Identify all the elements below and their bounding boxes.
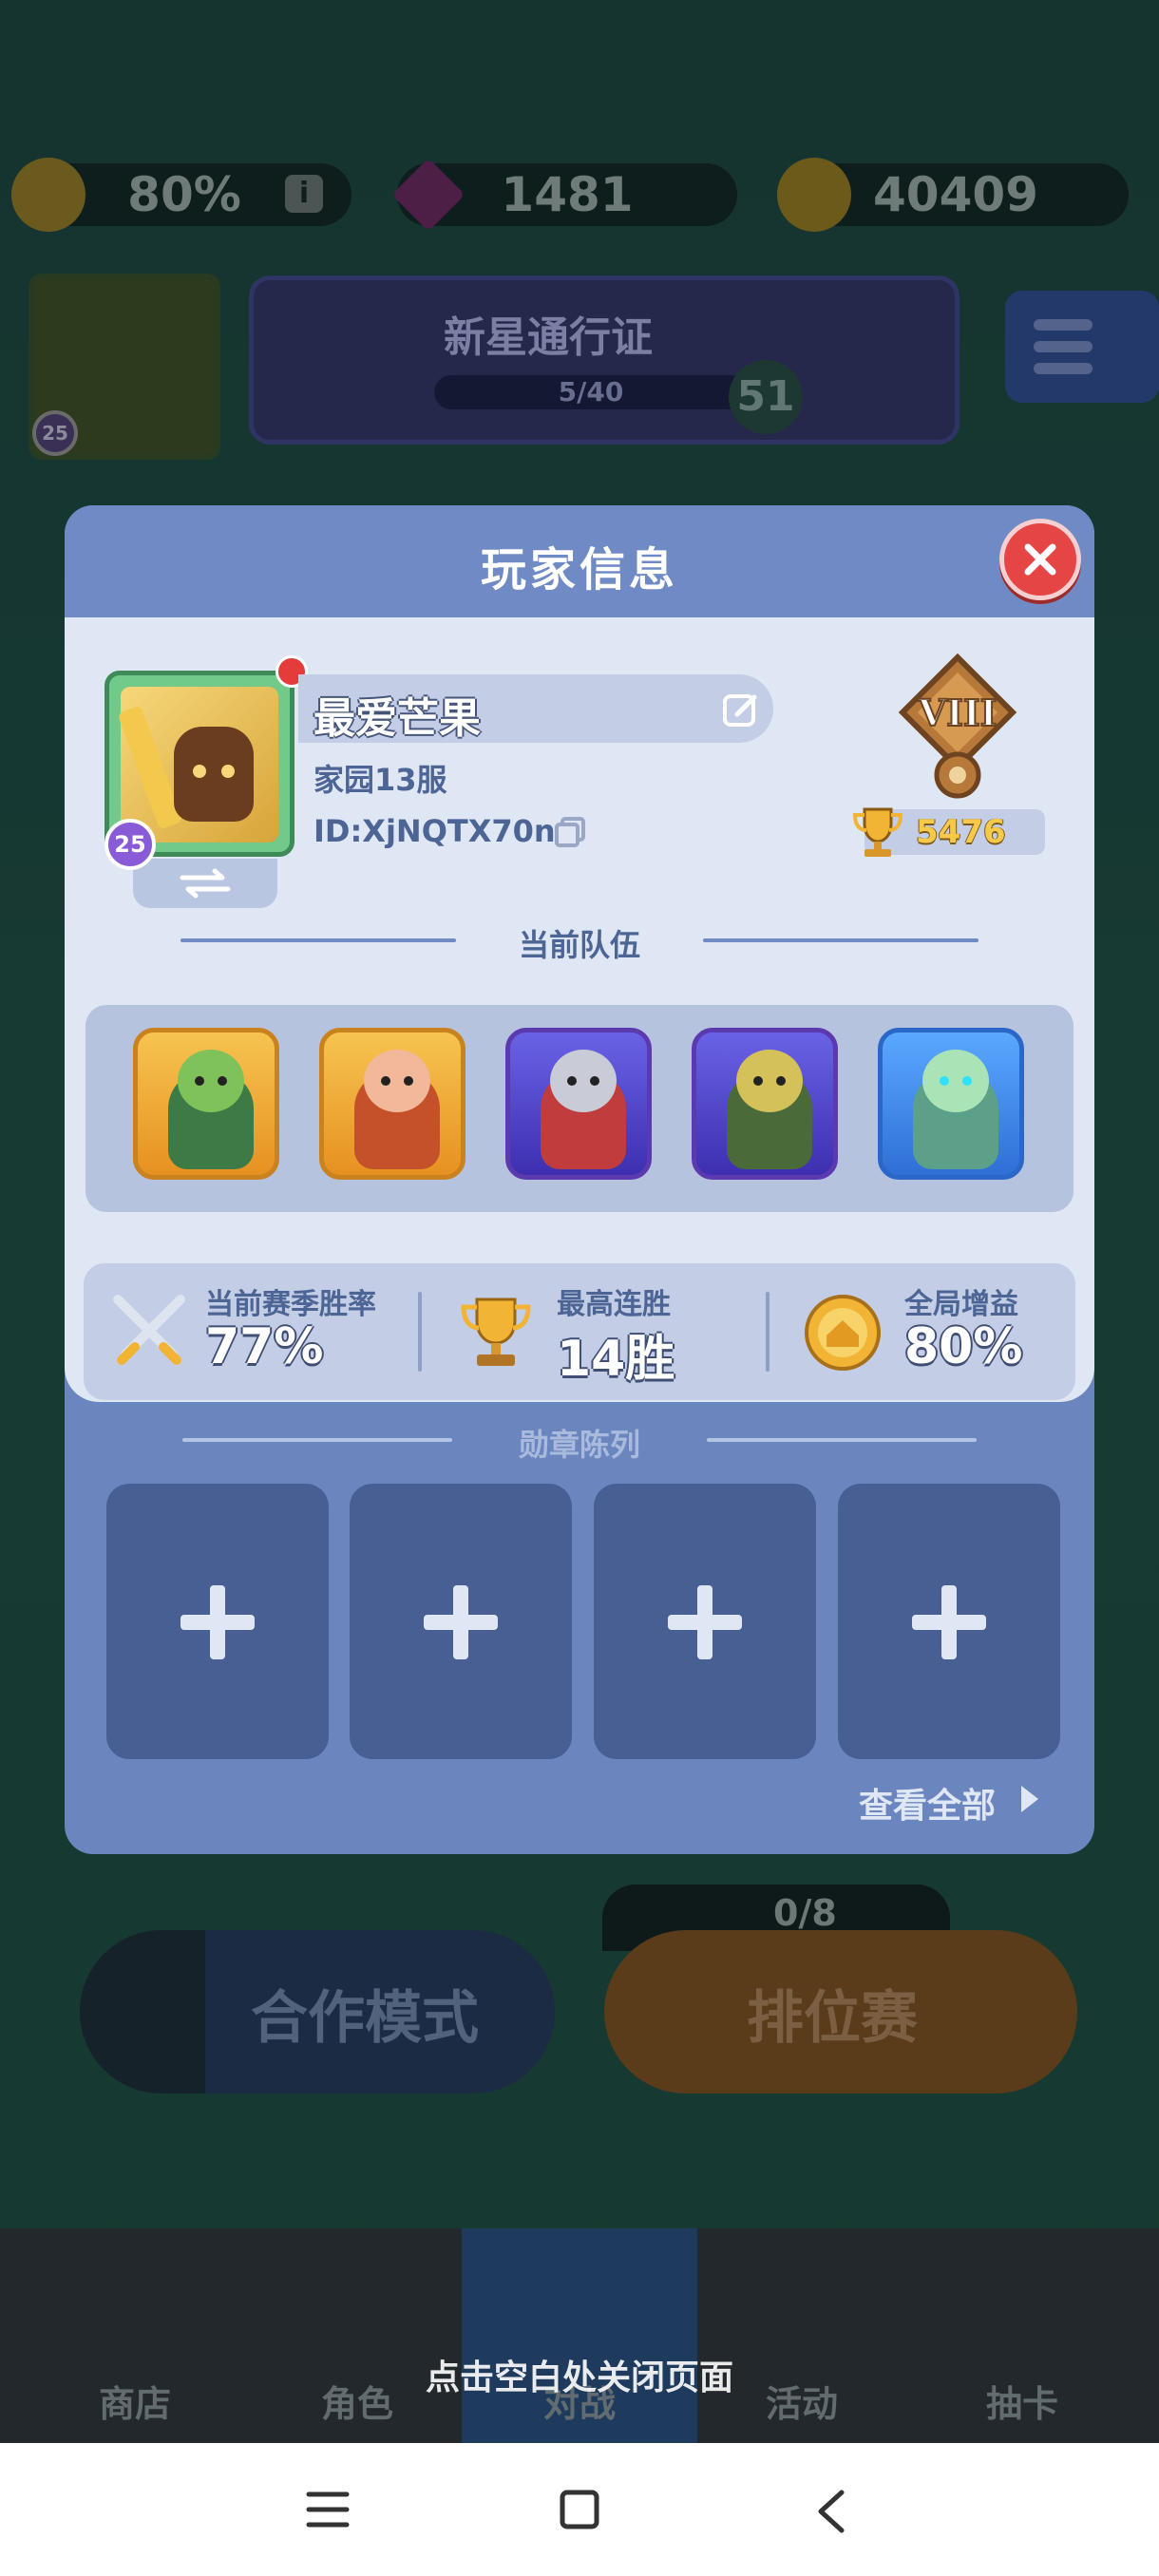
modal-header: 玩家信息 [65, 505, 1094, 617]
ranked-mode-label: 排位赛 [747, 1985, 918, 2052]
ranked-mode-button[interactable]: 排位赛 [604, 1930, 1077, 2093]
team-hero-3[interactable] [505, 1028, 652, 1180]
crossed-swords-icon [113, 1295, 185, 1365]
avatar-background [117, 687, 278, 843]
coop-mode-button[interactable]: 合作模式 [80, 1930, 555, 2093]
coins-bar[interactable]: 40409 [777, 158, 1129, 232]
stat-label: 最高连胜 [557, 1288, 671, 1321]
home-icon[interactable] [559, 2489, 600, 2530]
stat-divider [766, 1292, 770, 1372]
close-icon [1024, 543, 1056, 576]
edit-icon[interactable] [722, 691, 760, 729]
team-hero-2[interactable] [319, 1028, 466, 1180]
bottom-nav: 商店 角色 对战 活动 抽卡 [0, 2228, 1159, 2443]
pass-progress-bar: 5/40 [434, 375, 748, 409]
pass-progress-text: 5/40 [558, 376, 624, 407]
stat-divider [418, 1292, 422, 1372]
team-list [86, 1005, 1074, 1212]
plus-icon [210, 1585, 225, 1659]
team-hero-5[interactable] [878, 1028, 1024, 1180]
server-name: 家园13服 [314, 762, 447, 798]
info-icon[interactable]: i [285, 175, 323, 213]
team-section-label: 当前队伍 [518, 927, 640, 963]
divider-right [707, 1438, 977, 1442]
copy-icon[interactable] [553, 815, 587, 849]
coop-mode-label: 合作模式 [251, 1985, 479, 2052]
stat-value: 77% [205, 1318, 324, 1375]
stat-label: 全局增益 [904, 1288, 1018, 1321]
medals-section-label: 勋章陈列 [518, 1427, 640, 1463]
pass-level: 51 [729, 360, 803, 434]
player-level-badge: 25 [104, 819, 156, 870]
stat-value: 14胜 [557, 1331, 675, 1388]
battle-pass-banner[interactable]: 新星通行证 5/40 51 [249, 275, 960, 445]
medal-slot-3[interactable] [594, 1484, 816, 1759]
medal-slot-2[interactable] [350, 1484, 572, 1759]
coins-value: 40409 [873, 167, 1038, 222]
modal-title: 玩家信息 [480, 543, 678, 597]
view-all-link[interactable]: 查看全部 [859, 1778, 996, 1828]
bonus-bar[interactable]: 80% i [11, 158, 352, 232]
player-id: ID:XjNQTX70nn [314, 813, 578, 849]
profile-level-badge: 25 [32, 410, 78, 456]
swap-avatar-button[interactable] [133, 859, 277, 908]
stat-label: 当前赛季胜率 [205, 1288, 376, 1321]
medal-slot-1[interactable] [106, 1484, 329, 1759]
player-info-modal: 玩家信息 25 最爱芒果 家园13服 ID:XjNQTX70nn VIII 54… [65, 505, 1094, 1854]
house-badge-icon [805, 1295, 881, 1371]
team-hero-4[interactable] [692, 1028, 838, 1180]
trophy-count: 5476 [852, 807, 1045, 857]
stat-value: 80% [904, 1318, 1023, 1375]
system-navigation-bar [0, 2443, 1159, 2576]
back-icon[interactable] [815, 2489, 847, 2534]
menu-button[interactable] [1005, 291, 1159, 403]
trophy-icon [461, 1297, 531, 1366]
medal-slot-4[interactable] [838, 1484, 1060, 1759]
close-hint[interactable]: 点击空白处关闭页面 [0, 2350, 1159, 2399]
divider-right [703, 938, 978, 942]
plus-icon [941, 1585, 957, 1659]
swap-arrows-icon [180, 868, 231, 899]
gems-value: 1481 [501, 167, 634, 222]
stats-row: 当前赛季胜率 77% 最高连胜 14胜 全局增益 80% [84, 1263, 1075, 1400]
menu-icon[interactable] [306, 2489, 350, 2530]
player-name: 最爱芒果 [314, 694, 481, 743]
plus-icon [453, 1585, 468, 1659]
player-info-panel: 25 最爱芒果 家园13服 ID:XjNQTX70nn VIII 5476 当前… [65, 617, 1094, 1402]
team-hero-1[interactable] [133, 1028, 279, 1180]
avatar-character [174, 727, 254, 822]
rank-numeral: VIII [918, 691, 998, 734]
trophy-value: 5476 [916, 813, 1006, 851]
gems-bar[interactable]: 1481 [391, 158, 737, 232]
rank-emblem-icon[interactable]: VIII [895, 653, 1020, 805]
pass-title: 新星通行证 [444, 313, 653, 362]
close-button[interactable] [999, 519, 1081, 600]
arrow-up-icon [80, 1930, 205, 2093]
plus-icon [697, 1585, 712, 1659]
play-arrow-icon[interactable] [1018, 1784, 1041, 1814]
trophy-icon [852, 807, 903, 857]
